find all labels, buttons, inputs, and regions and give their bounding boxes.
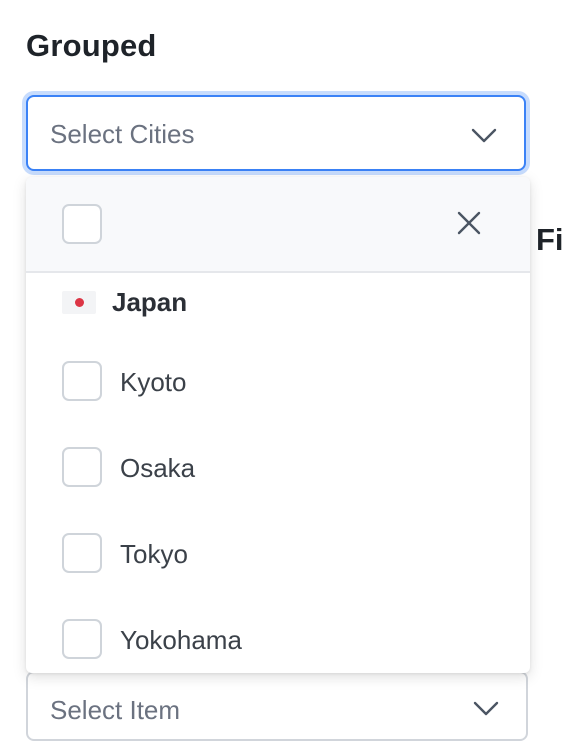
option-label: Osaka xyxy=(120,453,196,483)
item-select-placeholder: Select Item xyxy=(50,695,181,725)
close-icon[interactable] xyxy=(456,210,482,236)
option-label: Yokohama xyxy=(120,625,242,655)
japan-flag-icon xyxy=(62,290,96,314)
section-title: Grouped xyxy=(26,28,157,63)
option-checkbox[interactable] xyxy=(62,361,102,401)
option-group-japan: Japan xyxy=(62,285,187,319)
dropdown-header xyxy=(26,177,530,273)
option-kyoto[interactable]: Kyoto xyxy=(26,339,530,425)
cities-select[interactable]: Select Cities xyxy=(26,95,526,171)
option-checkbox[interactable] xyxy=(62,619,102,659)
item-select[interactable]: Select Item xyxy=(26,671,528,741)
cities-select-placeholder: Select Cities xyxy=(50,119,195,149)
option-label: Kyoto xyxy=(120,367,187,397)
chevron-down-icon xyxy=(471,128,497,143)
adjacent-section-title: Fi xyxy=(536,222,562,257)
option-yokohama[interactable]: Yokohama xyxy=(26,597,530,673)
select-all-checkbox[interactable] xyxy=(62,204,102,244)
chevron-down-icon xyxy=(473,701,499,716)
option-label: Tokyo xyxy=(120,539,188,569)
cities-dropdown-panel: Japan Kyoto Osaka Tokyo Yokohama xyxy=(26,177,530,673)
option-group-label: Japan xyxy=(112,286,188,317)
option-tokyo[interactable]: Tokyo xyxy=(26,511,530,597)
option-checkbox[interactable] xyxy=(62,533,102,573)
option-osaka[interactable]: Osaka xyxy=(26,425,530,511)
option-checkbox[interactable] xyxy=(62,447,102,487)
